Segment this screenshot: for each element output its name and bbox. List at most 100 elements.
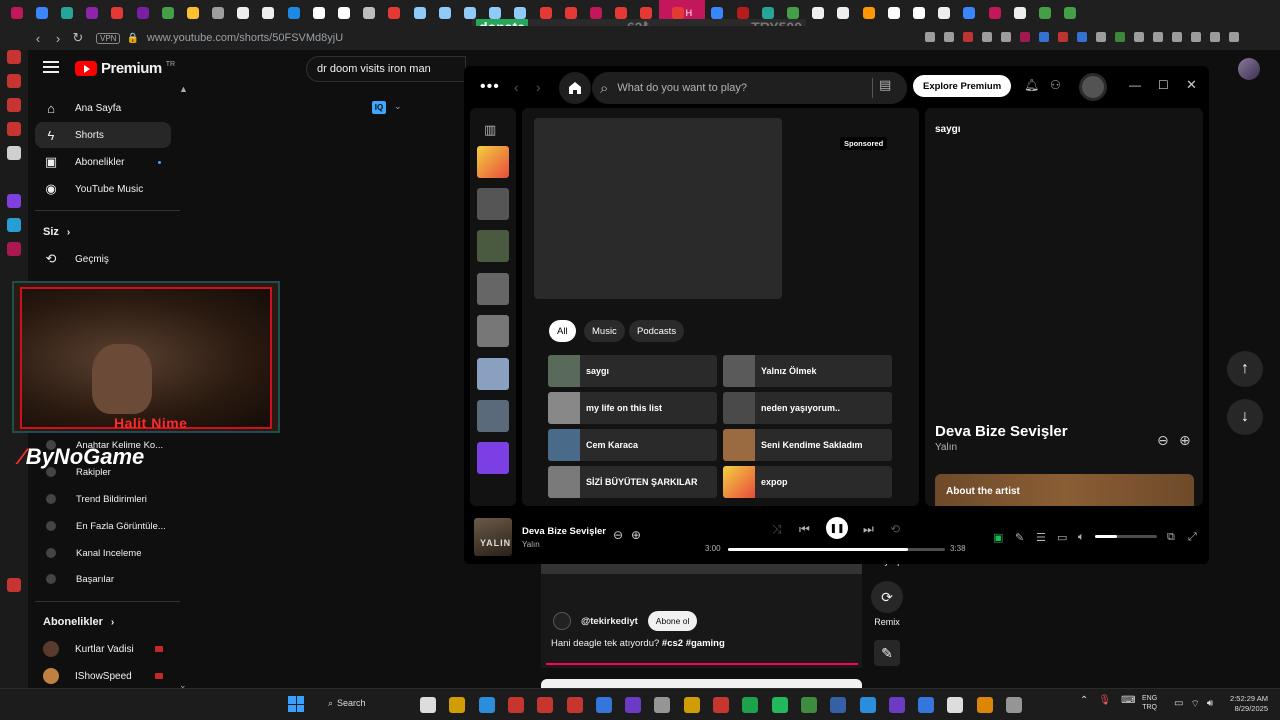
back-icon[interactable]: ‹ [514, 79, 519, 95]
sidebar-app-icon[interactable] [7, 146, 21, 160]
sidebar-tool-item[interactable]: Başarılar [35, 566, 171, 592]
extension-icon[interactable] [1077, 32, 1087, 42]
player-album-art[interactable]: YALIN [474, 518, 512, 556]
browser-tab[interactable] [155, 0, 180, 26]
browser-tab[interactable] [957, 0, 982, 26]
browser-tab[interactable] [881, 0, 906, 26]
browser-tab[interactable] [130, 0, 155, 26]
chevron-down-icon[interactable]: ⌄ [394, 101, 402, 112]
browser-tab[interactable] [29, 0, 54, 26]
extension-icon[interactable] [963, 32, 973, 42]
shortcut-card[interactable]: SİZİ BÜYÜTEN ŞARKILAR [548, 466, 717, 498]
tray-status-icons[interactable]: ▭ ⌔ 🔊︎ [1174, 698, 1213, 711]
taskbar-app-icon[interactable] [947, 697, 964, 713]
extension-icon[interactable] [1058, 32, 1068, 42]
subscription-item[interactable]: IShowSpeed [35, 663, 171, 689]
sidebar-app-icon[interactable] [7, 554, 21, 568]
previous-short-button[interactable]: ↑ [1227, 351, 1263, 387]
avatar[interactable] [1079, 73, 1107, 101]
browser-tab[interactable] [806, 0, 831, 26]
browser-tab[interactable] [256, 0, 281, 26]
channel-name[interactable]: @tekirkediyt [581, 616, 638, 627]
taskbar-app-icon[interactable] [742, 697, 759, 713]
sidebar-tool-item[interactable]: En Fazla Görüntüle... [35, 513, 171, 539]
browser-tab[interactable] [432, 0, 457, 26]
sidebar-app-icon[interactable] [7, 194, 21, 208]
fullscreen-icon[interactable]: ⤢ [1188, 531, 1197, 544]
playback-progress[interactable] [728, 548, 945, 551]
sidebar-app-icon[interactable] [7, 506, 21, 520]
browser-tab[interactable] [1007, 0, 1032, 26]
taskbar-app-icon[interactable] [478, 697, 495, 713]
sidebar-app-icon[interactable] [7, 482, 21, 496]
subscriptions-section-title[interactable]: Abonelikler › [43, 616, 114, 628]
miniplayer-icon[interactable]: ⧉ [1167, 531, 1175, 544]
microphone-icon[interactable]: 🎙︎ [1098, 695, 1111, 706]
player-track-artist[interactable]: Yalın [522, 540, 540, 549]
shortcut-card[interactable]: expop [723, 466, 892, 498]
maximize-icon[interactable]: ☐ [1158, 78, 1169, 92]
browser-tab[interactable] [105, 0, 130, 26]
now-playing-context[interactable]: saygı [935, 124, 961, 135]
filter-chip-all[interactable]: All [549, 320, 576, 342]
sidebar-app-icon[interactable] [7, 98, 21, 112]
extension-icon[interactable] [944, 32, 954, 42]
library-item-thumb[interactable] [477, 146, 509, 178]
browser-tab[interactable] [831, 0, 856, 26]
browser-tab[interactable] [331, 0, 356, 26]
sound-action[interactable]: ✎ [870, 640, 904, 666]
volume-slider[interactable] [1095, 535, 1157, 538]
keyboard-icon[interactable]: ⌨ [1121, 695, 1135, 706]
pause-button[interactable]: ❚❚ [826, 517, 848, 539]
short-progress-bar[interactable] [546, 663, 858, 665]
taskbar-app-icon[interactable] [654, 697, 671, 713]
browser-tab[interactable] [932, 0, 957, 26]
extension-icon[interactable] [1020, 32, 1030, 42]
extension-icon[interactable] [1134, 32, 1144, 42]
shuffle-icon[interactable]: ⤨ [772, 522, 782, 537]
sidebar-item-youtube-music[interactable]: ◉ YouTube Music [35, 176, 171, 202]
browser-tab[interactable] [982, 0, 1007, 26]
next-track-icon[interactable]: ⏭ [863, 522, 874, 537]
browser-tab[interactable] [180, 0, 205, 26]
taskbar-app-icon[interactable] [976, 697, 993, 713]
reload-icon[interactable]: ↻ [68, 30, 88, 46]
taskbar-search[interactable]: ⌕ Search [328, 698, 366, 709]
library-item-thumb[interactable] [477, 400, 509, 432]
browser-tab[interactable] [906, 0, 931, 26]
forward-icon[interactable]: › [536, 79, 541, 95]
sidebar-item-home[interactable]: ⌂ Ana Sayfa [35, 95, 171, 121]
spotify-search-input[interactable]: ⌕ What do you want to play? [592, 72, 907, 104]
sidebar-app-icon[interactable] [7, 578, 21, 592]
sidebar-app-icon[interactable] [7, 434, 21, 448]
library-item-thumb[interactable] [477, 358, 509, 390]
sidebar-app-icon[interactable] [7, 74, 21, 88]
taskbar-app-icon[interactable] [449, 697, 466, 713]
browser-profile-avatar[interactable] [1238, 58, 1260, 80]
now-playing-artist[interactable]: Yalın [935, 442, 957, 453]
browser-tab[interactable] [357, 0, 382, 26]
sidebar-app-icon[interactable] [7, 122, 21, 136]
subscribe-button[interactable]: Abone ol [647, 611, 698, 631]
menu-icon[interactable] [43, 61, 59, 73]
you-section-title[interactable]: Siz › [43, 226, 70, 238]
volume-icon[interactable]: 🔈︎ [1078, 531, 1085, 544]
taskbar-app-icon[interactable] [566, 697, 583, 713]
sidebar-item-history[interactable]: ⟲ Geçmiş [35, 246, 171, 272]
extension-icon[interactable] [925, 32, 935, 42]
sidebar-app-icon[interactable] [7, 530, 21, 544]
browser-tab[interactable] [306, 0, 331, 26]
home-button[interactable] [559, 72, 591, 104]
vpn-badge[interactable]: VPN [96, 32, 121, 44]
library-item-thumb[interactable] [477, 442, 509, 474]
bell-icon[interactable]: 🔔︎ [1024, 78, 1039, 92]
close-icon[interactable]: ✕ [1186, 77, 1197, 93]
language-indicator[interactable]: ENG TRQ [1142, 694, 1157, 712]
sidebar-tool-item[interactable]: Kanal Inceleme [35, 540, 171, 566]
sponsored-banner[interactable] [534, 118, 782, 299]
windows-start-icon[interactable] [288, 696, 304, 712]
taskbar-app-icon[interactable] [830, 697, 847, 713]
taskbar-app-icon[interactable] [713, 697, 729, 713]
connect-device-icon[interactable]: ▭ [1057, 531, 1067, 544]
extension-icon[interactable] [1172, 32, 1182, 42]
